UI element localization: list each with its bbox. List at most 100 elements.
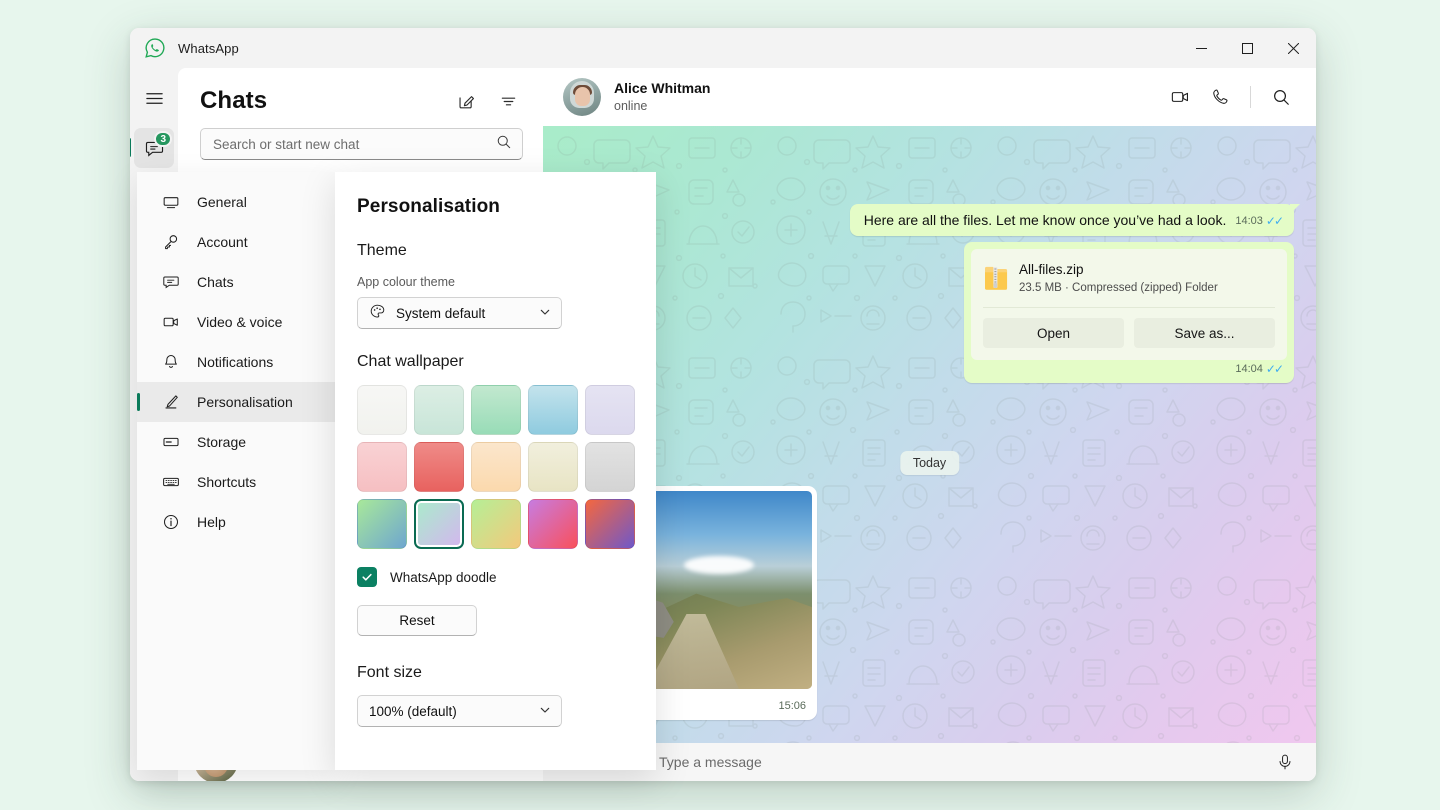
- compose-new-chat-icon[interactable]: [451, 86, 481, 116]
- wallpaper-swatch-w3[interactable]: [471, 385, 521, 435]
- status-badge: online: [614, 98, 710, 115]
- sidebar-item-chats[interactable]: 3: [134, 128, 174, 168]
- sidebar-item-shortcuts[interactable]: Shortcuts: [137, 462, 335, 502]
- chat-list-actions: [451, 86, 523, 116]
- wallpaper-swatch-w11[interactable]: [357, 499, 407, 549]
- search-in-chat-icon[interactable]: [1264, 80, 1298, 114]
- voice-call-icon[interactable]: [1203, 80, 1237, 114]
- chat-wallpaper: Here are all the files. Let me know once…: [543, 126, 1316, 743]
- reset-button[interactable]: Reset: [357, 605, 477, 636]
- hamburger-menu-icon[interactable]: [134, 78, 174, 118]
- sidebar-item-chats[interactable]: Chats: [137, 262, 335, 302]
- settings-navigation: General Account Chats Video & voice Noti: [137, 172, 335, 770]
- sidebar-item-label: Help: [197, 514, 226, 530]
- read-receipt-icon: ✓✓: [1266, 362, 1282, 376]
- sidebar-item-personalisation[interactable]: Personalisation: [137, 382, 335, 422]
- key-icon: [161, 232, 181, 252]
- palette-icon: [369, 303, 386, 323]
- wallpaper-swatch-w14[interactable]: [528, 499, 578, 549]
- wallpaper-swatch-w9[interactable]: [528, 442, 578, 492]
- wallpaper-swatch-w13[interactable]: [471, 499, 521, 549]
- message-composer: Type a message: [543, 743, 1316, 781]
- message-bubble-outgoing[interactable]: Here are all the files. Let me know once…: [850, 204, 1294, 236]
- font-size-heading: Font size: [357, 664, 634, 682]
- theme-label: App colour theme: [357, 275, 634, 289]
- sidebar-item-storage[interactable]: Storage: [137, 422, 335, 462]
- video-call-icon[interactable]: [1163, 80, 1197, 114]
- read-receipt-icon: ✓✓: [1266, 214, 1282, 228]
- sidebar-item-help[interactable]: Help: [137, 502, 335, 542]
- contact-info[interactable]: Alice Whitman online: [614, 79, 710, 115]
- window-controls: [1178, 28, 1316, 68]
- file-name: All-files.zip: [1019, 260, 1218, 280]
- storage-card-icon: [161, 432, 181, 452]
- font-size-select[interactable]: 100% (default): [357, 695, 562, 727]
- zip-folder-icon: [984, 263, 1008, 293]
- chevron-down-icon: [539, 306, 551, 321]
- sidebar-item-label: Shortcuts: [197, 474, 256, 490]
- chat-list-header: Chats: [178, 68, 543, 118]
- wallpaper-swatch-w8[interactable]: [471, 442, 521, 492]
- filter-chats-icon[interactable]: [493, 86, 523, 116]
- day-divider: Today: [900, 451, 959, 475]
- microphone-icon[interactable]: [1270, 747, 1300, 777]
- sidebar-item-notifications[interactable]: Notifications: [137, 342, 335, 382]
- file-actions: Open Save as...: [971, 308, 1287, 360]
- app-colour-theme-value: System default: [396, 306, 485, 321]
- app-title: WhatsApp: [178, 41, 239, 56]
- title-bar: WhatsApp: [130, 28, 1316, 68]
- search-icon[interactable]: [496, 134, 512, 155]
- app-colour-theme-select[interactable]: System default: [357, 297, 562, 329]
- page-title: Chats: [200, 87, 267, 115]
- font-size-value: 100% (default): [369, 704, 457, 719]
- save-as-button[interactable]: Save as...: [1134, 318, 1275, 348]
- close-button[interactable]: [1270, 28, 1316, 68]
- chats-unread-badge: 3: [154, 131, 172, 147]
- sidebar-item-label: Account: [197, 234, 248, 250]
- personalisation-panel: Personalisation Theme App colour theme S…: [335, 172, 656, 770]
- wallpaper-swatch-w1[interactable]: [357, 385, 407, 435]
- wallpaper-swatch-w2[interactable]: [414, 385, 464, 435]
- message-text: Here are all the files. Let me know once…: [864, 212, 1227, 228]
- wallpaper-swatch-w7[interactable]: [414, 442, 464, 492]
- wallpaper-swatch-w4[interactable]: [528, 385, 578, 435]
- conversation-actions: [1163, 80, 1298, 114]
- chevron-down-icon: [539, 704, 551, 719]
- wallpaper-swatch-w6[interactable]: [357, 442, 407, 492]
- panel-title: Personalisation: [357, 196, 634, 218]
- monitor-icon: [161, 192, 181, 212]
- wallpaper-heading: Chat wallpaper: [357, 353, 634, 371]
- wallpaper-swatch-w15[interactable]: [585, 499, 635, 549]
- minimize-button[interactable]: [1178, 28, 1224, 68]
- maximize-button[interactable]: [1224, 28, 1270, 68]
- divider: [1250, 86, 1251, 108]
- open-file-button[interactable]: Open: [983, 318, 1124, 348]
- whatsapp-doodle-label: WhatsApp doodle: [390, 570, 497, 585]
- chat-bubble-icon: [161, 272, 181, 292]
- contact-avatar[interactable]: [563, 78, 601, 116]
- file-card: All-files.zip 23.5 MB · Compressed (zipp…: [971, 249, 1287, 360]
- keyboard-icon: [161, 472, 181, 492]
- sidebar-item-label: Chats: [197, 274, 234, 290]
- whatsapp-doodle-row[interactable]: WhatsApp doodle: [357, 567, 634, 587]
- message-meta: 14:03 ✓✓: [1235, 214, 1282, 228]
- wallpaper-swatch-w5[interactable]: [585, 385, 635, 435]
- sidebar-item-account[interactable]: Account: [137, 222, 335, 262]
- search-input[interactable]: [213, 137, 496, 152]
- sidebar-item-label: Video & voice: [197, 314, 282, 330]
- wallpaper-swatch-w10[interactable]: [585, 442, 635, 492]
- sidebar-item-general[interactable]: General: [137, 182, 335, 222]
- info-circle-icon: [161, 512, 181, 532]
- sidebar-item-video-voice[interactable]: Video & voice: [137, 302, 335, 342]
- conversation-header: Alice Whitman online: [543, 68, 1316, 126]
- conversation-pane: Alice Whitman online: [543, 68, 1316, 781]
- message-time: 14:03: [1235, 215, 1263, 227]
- message-bubble-file[interactable]: All-files.zip 23.5 MB · Compressed (zipp…: [964, 242, 1294, 383]
- whatsapp-doodle-checkbox[interactable]: [357, 567, 377, 587]
- theme-heading: Theme: [357, 242, 634, 260]
- bell-icon: [161, 352, 181, 372]
- wallpaper-swatch-w12[interactable]: [414, 499, 464, 549]
- sidebar-item-label: Storage: [197, 434, 246, 450]
- contact-name: Alice Whitman: [614, 79, 710, 98]
- search-box[interactable]: [200, 128, 523, 160]
